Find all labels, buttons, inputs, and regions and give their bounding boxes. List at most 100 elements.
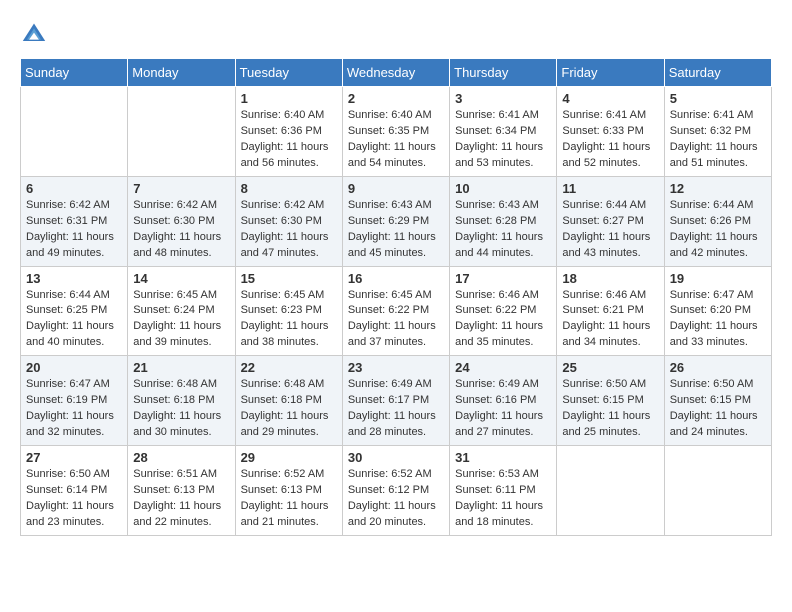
day-number: 25 <box>562 360 658 375</box>
calendar-cell: 5Sunrise: 6:41 AMSunset: 6:32 PMDaylight… <box>664 87 771 177</box>
calendar-week-row: 1 Sunrise: 6:40 AMSunset: 6:36 PMDaylight… <box>21 87 772 177</box>
cell-info: Sunrise: 6:42 AMSunset: 6:31 PMDaylight:… <box>26 199 114 259</box>
cell-info: Sunrise: 6:47 AMSunset: 6:19 PMDaylight:… <box>26 378 114 438</box>
weekday-header-monday: Monday <box>128 59 235 87</box>
day-number: 10 <box>455 181 551 196</box>
day-number: 1 <box>241 91 337 106</box>
cell-info: Sunrise: 6:50 AMSunset: 6:14 PMDaylight:… <box>26 468 114 528</box>
day-number: 29 <box>241 450 337 465</box>
calendar-cell: 13 Sunrise: 6:44 AMSunset: 6:25 PMDayligh… <box>21 266 128 356</box>
day-number: 7 <box>133 181 229 196</box>
cell-info: Sunrise: 6:41 AMSunset: 6:33 PMDaylight:… <box>562 109 650 169</box>
calendar-cell <box>21 87 128 177</box>
calendar-cell: 9 Sunrise: 6:43 AMSunset: 6:29 PMDaylight… <box>342 176 449 266</box>
cell-info: Sunrise: 6:52 AMSunset: 6:12 PMDaylight:… <box>348 468 436 528</box>
cell-info: Sunrise: 6:50 AMSunset: 6:15 PMDaylight:… <box>562 378 650 438</box>
day-number: 28 <box>133 450 229 465</box>
calendar-cell: 22 Sunrise: 6:48 AMSunset: 6:18 PMDayligh… <box>235 356 342 446</box>
calendar-cell <box>128 87 235 177</box>
day-number: 3 <box>455 91 551 106</box>
calendar-table: SundayMondayTuesdayWednesdayThursdayFrid… <box>20 58 772 536</box>
day-number: 16 <box>348 271 444 286</box>
cell-info: Sunrise: 6:43 AMSunset: 6:28 PMDaylight:… <box>455 199 543 259</box>
day-number: 13 <box>26 271 122 286</box>
calendar-cell: 21 Sunrise: 6:48 AMSunset: 6:18 PMDayligh… <box>128 356 235 446</box>
calendar-cell: 11Sunrise: 6:44 AMSunset: 6:27 PMDayligh… <box>557 176 664 266</box>
calendar-cell: 3 Sunrise: 6:41 AMSunset: 6:34 PMDaylight… <box>450 87 557 177</box>
calendar-cell: 16 Sunrise: 6:45 AMSunset: 6:22 PMDayligh… <box>342 266 449 356</box>
day-number: 2 <box>348 91 444 106</box>
cell-info: Sunrise: 6:44 AMSunset: 6:26 PMDaylight:… <box>670 199 758 259</box>
day-number: 18 <box>562 271 658 286</box>
cell-info: Sunrise: 6:50 AMSunset: 6:15 PMDaylight:… <box>670 378 758 438</box>
calendar-cell: 18 Sunrise: 6:46 AMSunset: 6:21 PMDayligh… <box>557 266 664 356</box>
cell-info: Sunrise: 6:49 AMSunset: 6:16 PMDaylight:… <box>455 378 543 438</box>
day-number: 22 <box>241 360 337 375</box>
day-number: 20 <box>26 360 122 375</box>
logo <box>20 20 52 48</box>
day-number: 30 <box>348 450 444 465</box>
cell-info: Sunrise: 6:45 AMSunset: 6:23 PMDaylight:… <box>241 289 329 349</box>
weekday-header-wednesday: Wednesday <box>342 59 449 87</box>
page-header <box>20 20 772 48</box>
day-number: 21 <box>133 360 229 375</box>
calendar-cell: 1 Sunrise: 6:40 AMSunset: 6:36 PMDaylight… <box>235 87 342 177</box>
calendar-cell: 12 Sunrise: 6:44 AMSunset: 6:26 PMDayligh… <box>664 176 771 266</box>
calendar-week-row: 13 Sunrise: 6:44 AMSunset: 6:25 PMDayligh… <box>21 266 772 356</box>
cell-info: Sunrise: 6:46 AMSunset: 6:21 PMDaylight:… <box>562 289 650 349</box>
day-number: 5 <box>670 91 766 106</box>
cell-info: Sunrise: 6:44 AMSunset: 6:25 PMDaylight:… <box>26 289 114 349</box>
weekday-header-friday: Friday <box>557 59 664 87</box>
day-number: 14 <box>133 271 229 286</box>
calendar-cell <box>557 446 664 536</box>
calendar-cell: 14 Sunrise: 6:45 AMSunset: 6:24 PMDayligh… <box>128 266 235 356</box>
calendar-cell: 23Sunrise: 6:49 AMSunset: 6:17 PMDayligh… <box>342 356 449 446</box>
calendar-cell: 8Sunrise: 6:42 AMSunset: 6:30 PMDaylight… <box>235 176 342 266</box>
day-number: 23 <box>348 360 444 375</box>
cell-info: Sunrise: 6:46 AMSunset: 6:22 PMDaylight:… <box>455 289 543 349</box>
calendar-cell: 6 Sunrise: 6:42 AMSunset: 6:31 PMDaylight… <box>21 176 128 266</box>
day-number: 8 <box>241 181 337 196</box>
calendar-cell: 28 Sunrise: 6:51 AMSunset: 6:13 PMDayligh… <box>128 446 235 536</box>
calendar-cell: 7 Sunrise: 6:42 AMSunset: 6:30 PMDaylight… <box>128 176 235 266</box>
calendar-week-row: 27Sunrise: 6:50 AMSunset: 6:14 PMDayligh… <box>21 446 772 536</box>
cell-info: Sunrise: 6:53 AMSunset: 6:11 PMDaylight:… <box>455 468 543 528</box>
calendar-cell: 29Sunrise: 6:52 AMSunset: 6:13 PMDayligh… <box>235 446 342 536</box>
calendar-cell: 31 Sunrise: 6:53 AMSunset: 6:11 PMDayligh… <box>450 446 557 536</box>
cell-info: Sunrise: 6:40 AMSunset: 6:36 PMDaylight:… <box>241 109 329 169</box>
calendar-cell: 4 Sunrise: 6:41 AMSunset: 6:33 PMDaylight… <box>557 87 664 177</box>
cell-info: Sunrise: 6:40 AMSunset: 6:35 PMDaylight:… <box>348 109 436 169</box>
cell-info: Sunrise: 6:45 AMSunset: 6:22 PMDaylight:… <box>348 289 436 349</box>
calendar-cell: 15 Sunrise: 6:45 AMSunset: 6:23 PMDayligh… <box>235 266 342 356</box>
calendar-week-row: 20 Sunrise: 6:47 AMSunset: 6:19 PMDayligh… <box>21 356 772 446</box>
calendar-cell: 2 Sunrise: 6:40 AMSunset: 6:35 PMDaylight… <box>342 87 449 177</box>
day-number: 4 <box>562 91 658 106</box>
cell-info: Sunrise: 6:51 AMSunset: 6:13 PMDaylight:… <box>133 468 221 528</box>
day-number: 26 <box>670 360 766 375</box>
day-number: 6 <box>26 181 122 196</box>
cell-info: Sunrise: 6:48 AMSunset: 6:18 PMDaylight:… <box>241 378 329 438</box>
weekday-header-sunday: Sunday <box>21 59 128 87</box>
cell-info: Sunrise: 6:48 AMSunset: 6:18 PMDaylight:… <box>133 378 221 438</box>
calendar-cell: 30 Sunrise: 6:52 AMSunset: 6:12 PMDayligh… <box>342 446 449 536</box>
logo-icon <box>20 20 48 48</box>
calendar-week-row: 6 Sunrise: 6:42 AMSunset: 6:31 PMDaylight… <box>21 176 772 266</box>
calendar-cell: 27Sunrise: 6:50 AMSunset: 6:14 PMDayligh… <box>21 446 128 536</box>
cell-info: Sunrise: 6:43 AMSunset: 6:29 PMDaylight:… <box>348 199 436 259</box>
day-number: 17 <box>455 271 551 286</box>
day-number: 12 <box>670 181 766 196</box>
cell-info: Sunrise: 6:44 AMSunset: 6:27 PMDaylight:… <box>562 199 650 259</box>
cell-info: Sunrise: 6:47 AMSunset: 6:20 PMDaylight:… <box>670 289 758 349</box>
weekday-header-row: SundayMondayTuesdayWednesdayThursdayFrid… <box>21 59 772 87</box>
calendar-cell: 26 Sunrise: 6:50 AMSunset: 6:15 PMDayligh… <box>664 356 771 446</box>
day-number: 9 <box>348 181 444 196</box>
calendar-cell: 19Sunrise: 6:47 AMSunset: 6:20 PMDayligh… <box>664 266 771 356</box>
day-number: 15 <box>241 271 337 286</box>
calendar-cell: 24Sunrise: 6:49 AMSunset: 6:16 PMDayligh… <box>450 356 557 446</box>
cell-info: Sunrise: 6:45 AMSunset: 6:24 PMDaylight:… <box>133 289 221 349</box>
day-number: 31 <box>455 450 551 465</box>
cell-info: Sunrise: 6:42 AMSunset: 6:30 PMDaylight:… <box>133 199 221 259</box>
weekday-header-tuesday: Tuesday <box>235 59 342 87</box>
cell-info: Sunrise: 6:41 AMSunset: 6:34 PMDaylight:… <box>455 109 543 169</box>
weekday-header-thursday: Thursday <box>450 59 557 87</box>
